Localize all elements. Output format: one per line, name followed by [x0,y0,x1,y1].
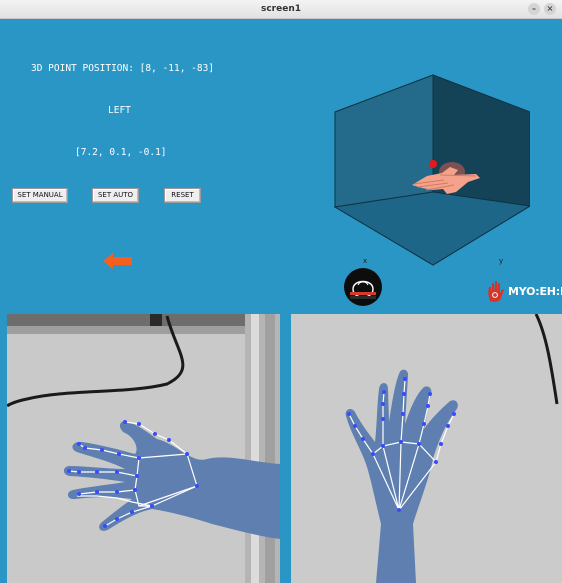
window-title: screen1 [260,4,301,14]
close-icon[interactable]: × [544,3,556,15]
arrow-left-icon [103,253,132,269]
3d-view [333,74,530,266]
point-position-text: 3D POINT POSITION: [8, -11, -83] [31,63,215,74]
reset-button[interactable]: RESET [164,188,201,203]
myoehb-logo: MYO:EH:B [486,278,562,304]
right-camera-feed [291,314,562,583]
hand-logo-icon [488,281,504,302]
hand-side-label: LEFT [108,105,131,116]
vector-text: [7.2, 0.1, -0.1] [75,147,167,158]
left-camera-feed [7,314,280,583]
x-axis-label: x [363,257,368,265]
minimize-icon[interactable]: – [528,3,540,15]
app-window: screen1 – × 3D POINT POSITION: [8, -11, … [0,0,562,583]
set-manual-button[interactable]: SET MANUAL [12,188,68,203]
title-bar[interactable]: screen1 – × [0,0,562,19]
myoehb-logo-text: MYO:EH:B [508,284,562,298]
human-robotics-logo [344,268,382,306]
set-auto-button[interactable]: SET AUTO [92,188,139,203]
3d-point [429,160,437,168]
y-axis-label: y [499,257,504,265]
